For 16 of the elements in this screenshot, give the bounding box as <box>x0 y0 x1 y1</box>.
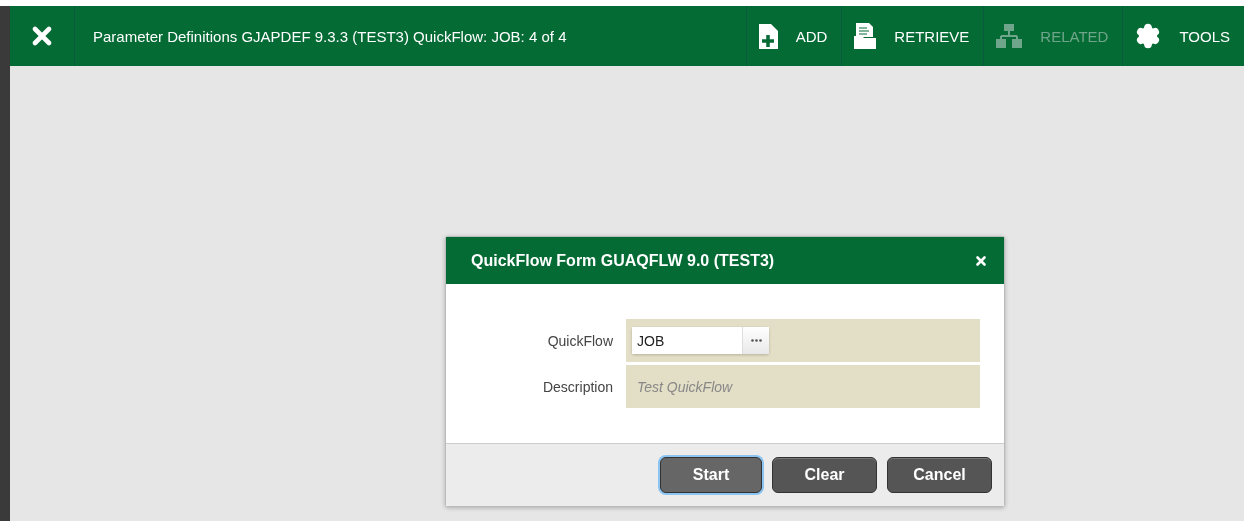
field-label: QuickFlow <box>546 332 614 349</box>
close-icon <box>974 253 988 268</box>
lookup-field[interactable]: JOB <box>632 327 769 354</box>
dialog-button[interactable]: Cancel <box>887 457 992 493</box>
dialog-button[interactable]: Clear <box>772 457 877 493</box>
ellipsis-icon <box>750 339 762 342</box>
hierarchy-icon <box>996 24 1023 48</box>
close-button[interactable] <box>974 253 988 268</box>
add-document-icon <box>758 23 778 49</box>
document-tray-icon <box>854 23 877 49</box>
dialog-title: QuickFlow Form GUAQFLW 9.0 (TEST3) <box>471 251 775 270</box>
dialog-button[interactable]: Start <box>660 457 762 493</box>
page-title: Parameter Definitions GJAPDEF 9.3.3 (TEST3) QuickFlow: JOB: 4 of 4 <box>93 27 567 45</box>
settings-icon <box>1135 23 1162 49</box>
field-label: Description <box>541 378 614 395</box>
description-value: Test QuickFlow <box>636 378 733 395</box>
